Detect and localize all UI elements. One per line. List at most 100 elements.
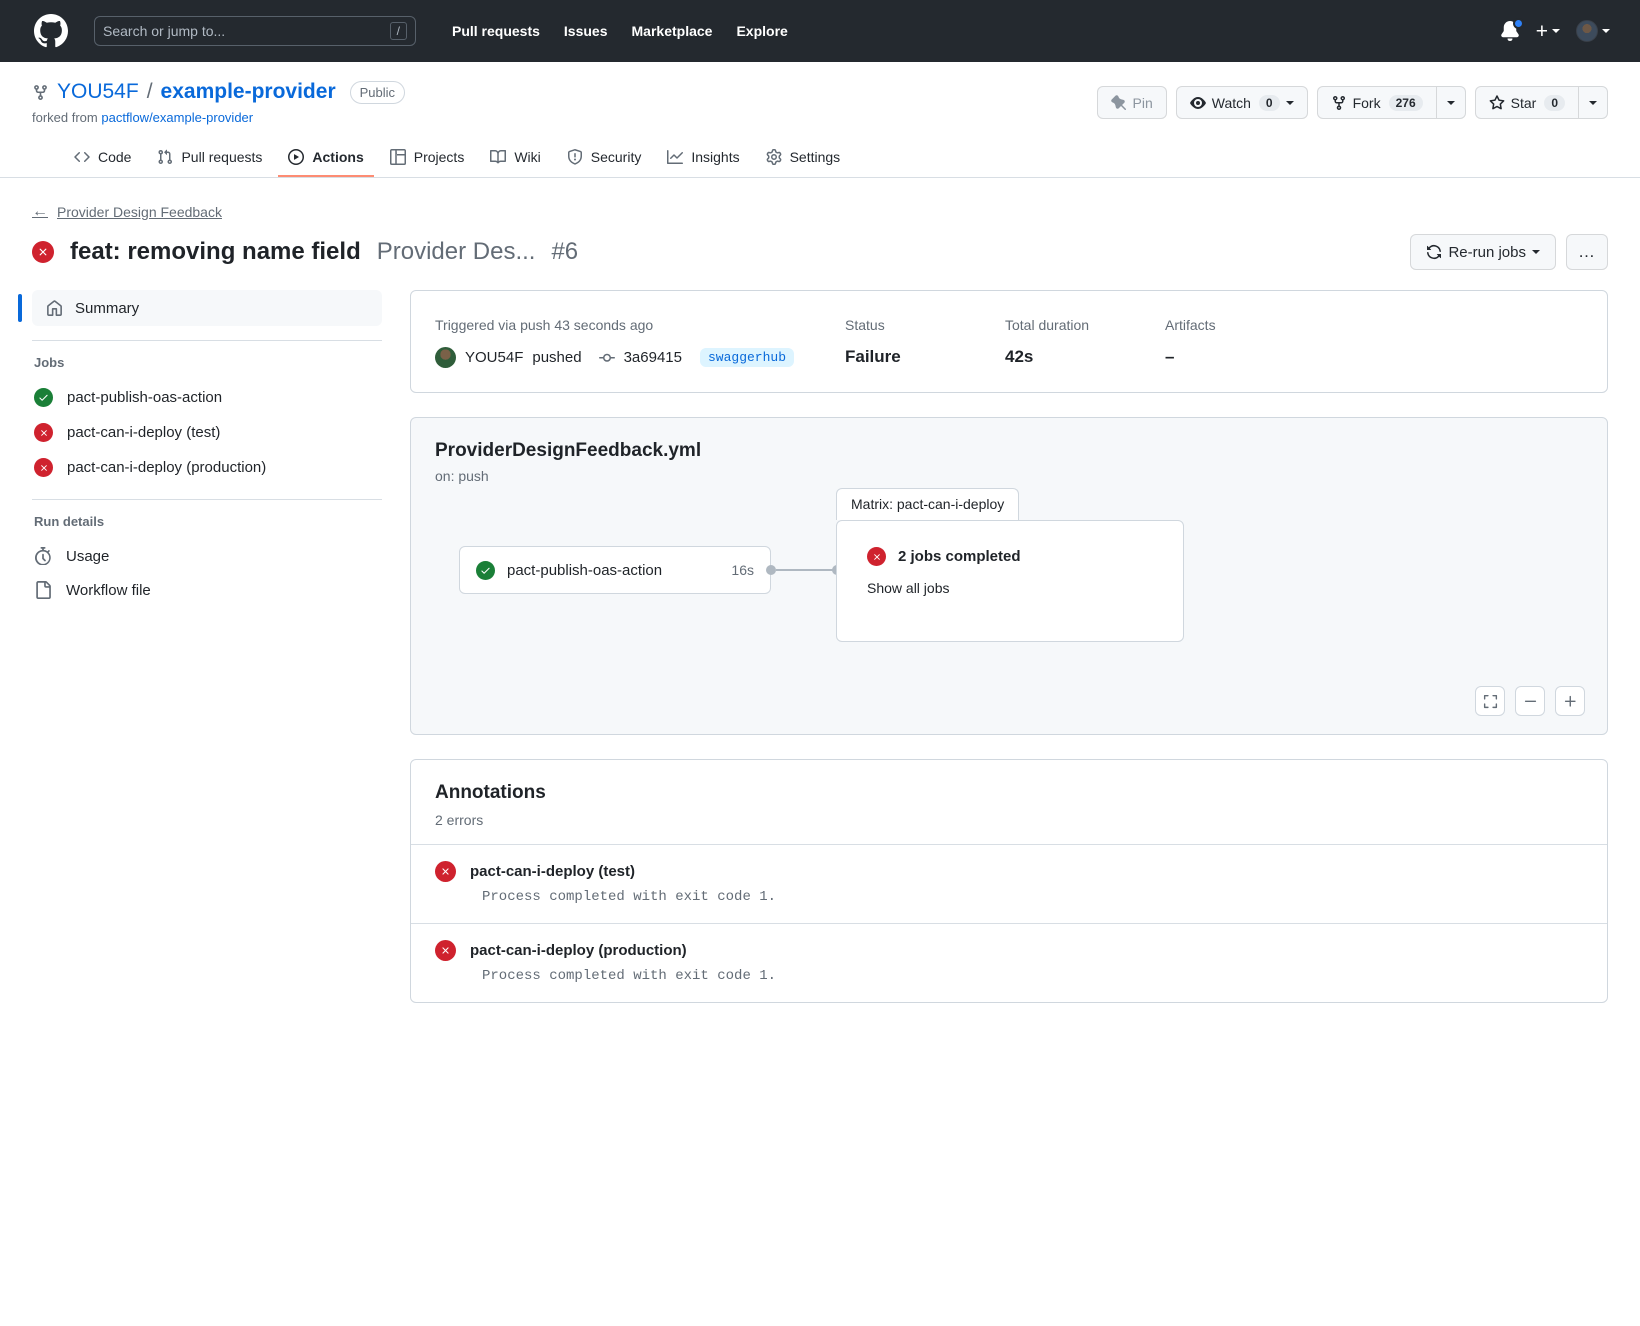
code-icon bbox=[74, 149, 90, 165]
page-title: feat: removing name field bbox=[70, 237, 361, 267]
table-icon bbox=[390, 149, 406, 165]
graph-matrix-group[interactable]: Matrix: pact-can-i-deploy 2 jobs complet… bbox=[836, 520, 1184, 642]
fork-icon bbox=[32, 84, 49, 101]
star-button-group: Star 0 bbox=[1475, 86, 1608, 119]
workflow-trigger-event: on: push bbox=[435, 468, 1583, 484]
tab-projects[interactable]: Projects bbox=[380, 141, 475, 177]
book-icon bbox=[490, 149, 506, 165]
tab-wiki[interactable]: Wiki bbox=[480, 141, 550, 177]
repo-owner-link[interactable]: YOU54F bbox=[57, 80, 139, 104]
zoom-out-button[interactable] bbox=[1515, 686, 1545, 716]
duration-value: 42s bbox=[1005, 347, 1165, 367]
github-logo-icon[interactable] bbox=[34, 14, 68, 48]
graph-show-all-jobs-link[interactable]: Show all jobs bbox=[867, 580, 1161, 596]
nav-pull-requests[interactable]: Pull requests bbox=[452, 23, 540, 39]
trigger-verb: pushed bbox=[532, 349, 581, 366]
watch-button[interactable]: Watch 0 bbox=[1176, 86, 1308, 119]
file-icon bbox=[34, 581, 52, 599]
nav-explore[interactable]: Explore bbox=[736, 23, 787, 39]
artifacts-column: Artifacts – bbox=[1165, 317, 1285, 368]
sidebar-job-pact-can-i-deploy-test[interactable]: pact-can-i-deploy (test) bbox=[32, 415, 382, 450]
sidebar-item-workflow-file-label: Workflow file bbox=[66, 582, 151, 599]
sidebar-job-pact-publish-oas-action[interactable]: pact-publish-oas-action bbox=[32, 380, 382, 415]
sidebar-run-details-heading: Run details bbox=[34, 514, 382, 529]
sidebar-item-usage-label: Usage bbox=[66, 548, 109, 565]
repo-name-link[interactable]: example-provider bbox=[161, 80, 336, 104]
fork-button[interactable]: Fork 276 bbox=[1317, 86, 1437, 119]
tab-actions[interactable]: Actions bbox=[278, 141, 373, 177]
graph-controls bbox=[1475, 686, 1585, 716]
tab-pull-requests[interactable]: Pull requests bbox=[147, 141, 272, 177]
annotation-job-name: pact-can-i-deploy (test) bbox=[470, 863, 635, 880]
sidebar-item-summary-label: Summary bbox=[75, 300, 139, 317]
annotations-title: Annotations bbox=[435, 782, 1583, 804]
star-icon bbox=[1489, 95, 1505, 111]
back-to-workflow-link[interactable]: ← Provider Design Feedback bbox=[32, 204, 1608, 220]
fork-icon bbox=[1331, 95, 1347, 111]
workflow-run-header: ← Provider Design Feedback feat: removin… bbox=[0, 178, 1640, 270]
failure-icon bbox=[34, 423, 53, 442]
star-label: Star bbox=[1511, 95, 1537, 111]
forked-from-link[interactable]: pactflow/example-provider bbox=[101, 110, 253, 125]
play-icon bbox=[288, 149, 304, 165]
search-slash-hint: / bbox=[390, 22, 407, 40]
run-content: Triggered via push 43 seconds ago YOU54F… bbox=[410, 290, 1608, 1003]
tab-code-label: Code bbox=[98, 149, 131, 165]
run-title-group: feat: removing name field Provider Des..… bbox=[32, 237, 578, 267]
star-button[interactable]: Star 0 bbox=[1475, 86, 1579, 119]
zoom-in-button[interactable] bbox=[1555, 686, 1585, 716]
graph-node-pact-publish-oas-action[interactable]: pact-publish-oas-action 16s bbox=[459, 546, 771, 594]
graph-matrix-tab-label: Matrix: pact-can-i-deploy bbox=[836, 488, 1019, 520]
commit-sha[interactable]: 3a69415 bbox=[624, 349, 682, 366]
shield-icon bbox=[567, 149, 583, 165]
annotation-item[interactable]: pact-can-i-deploy (production) Process c… bbox=[411, 923, 1607, 1002]
tab-insights-label: Insights bbox=[691, 149, 739, 165]
more-options-button[interactable]: … bbox=[1566, 234, 1608, 270]
star-dropdown-button[interactable] bbox=[1579, 86, 1608, 119]
search-input[interactable]: Search or jump to... / bbox=[94, 16, 416, 46]
notifications-button[interactable] bbox=[1500, 21, 1520, 41]
nav-marketplace[interactable]: Marketplace bbox=[632, 23, 713, 39]
chevron-down-icon bbox=[1447, 101, 1455, 105]
annotations-card: Annotations 2 errors pact-can-i-deploy (… bbox=[410, 759, 1608, 1003]
status-column: Status Failure bbox=[845, 317, 1005, 368]
forked-from-label: forked from bbox=[32, 110, 98, 125]
run-summary-card: Triggered via push 43 seconds ago YOU54F… bbox=[410, 290, 1608, 393]
repo-path-separator: / bbox=[147, 80, 153, 104]
re-run-jobs-button[interactable]: Re-run jobs bbox=[1410, 234, 1556, 270]
sidebar-item-summary[interactable]: Summary bbox=[32, 290, 382, 326]
chevron-down-icon bbox=[1286, 101, 1294, 105]
artifacts-value: – bbox=[1165, 347, 1285, 367]
fullscreen-button[interactable] bbox=[1475, 686, 1505, 716]
chevron-down-icon bbox=[1552, 29, 1560, 33]
global-nav: Pull requests Issues Marketplace Explore bbox=[452, 23, 788, 39]
sidebar-item-workflow-file[interactable]: Workflow file bbox=[32, 573, 382, 607]
run-sidebar: Summary Jobs pact-publish-oas-action pac… bbox=[32, 290, 382, 1003]
trigger-actor[interactable]: YOU54F bbox=[465, 349, 523, 366]
fork-dropdown-button[interactable] bbox=[1437, 86, 1466, 119]
annotation-item[interactable]: pact-can-i-deploy (test) Process complet… bbox=[411, 844, 1607, 923]
pin-button[interactable]: Pin bbox=[1097, 86, 1167, 119]
tab-settings-label: Settings bbox=[790, 149, 841, 165]
tab-code[interactable]: Code bbox=[64, 141, 141, 177]
tab-insights[interactable]: Insights bbox=[657, 141, 749, 177]
workflow-graph-card: ProviderDesignFeedback.yml on: push pact… bbox=[410, 417, 1608, 735]
tab-security[interactable]: Security bbox=[557, 141, 652, 177]
pull-request-icon bbox=[157, 149, 173, 165]
graph-canvas[interactable]: pact-publish-oas-action 16s Matrix: pact… bbox=[435, 508, 1583, 698]
create-new-button[interactable]: + bbox=[1536, 21, 1560, 42]
user-menu-button[interactable] bbox=[1576, 20, 1610, 42]
chevron-down-icon bbox=[1532, 250, 1540, 254]
tab-settings[interactable]: Settings bbox=[756, 141, 851, 177]
repository-actions: Pin Watch 0 Fork 276 bbox=[1097, 86, 1608, 119]
plus-icon bbox=[1563, 694, 1578, 709]
fork-button-group: Fork 276 bbox=[1317, 86, 1466, 119]
back-link-label: Provider Design Feedback bbox=[57, 204, 222, 220]
sidebar-job-pact-can-i-deploy-production[interactable]: pact-can-i-deploy (production) bbox=[32, 450, 382, 485]
pin-icon bbox=[1111, 95, 1127, 111]
nav-issues[interactable]: Issues bbox=[564, 23, 608, 39]
re-run-jobs-label: Re-run jobs bbox=[1448, 244, 1526, 261]
trigger-column: Triggered via push 43 seconds ago YOU54F… bbox=[435, 317, 845, 368]
branch-badge[interactable]: swaggerhub bbox=[700, 348, 794, 367]
sidebar-item-usage[interactable]: Usage bbox=[32, 539, 382, 573]
